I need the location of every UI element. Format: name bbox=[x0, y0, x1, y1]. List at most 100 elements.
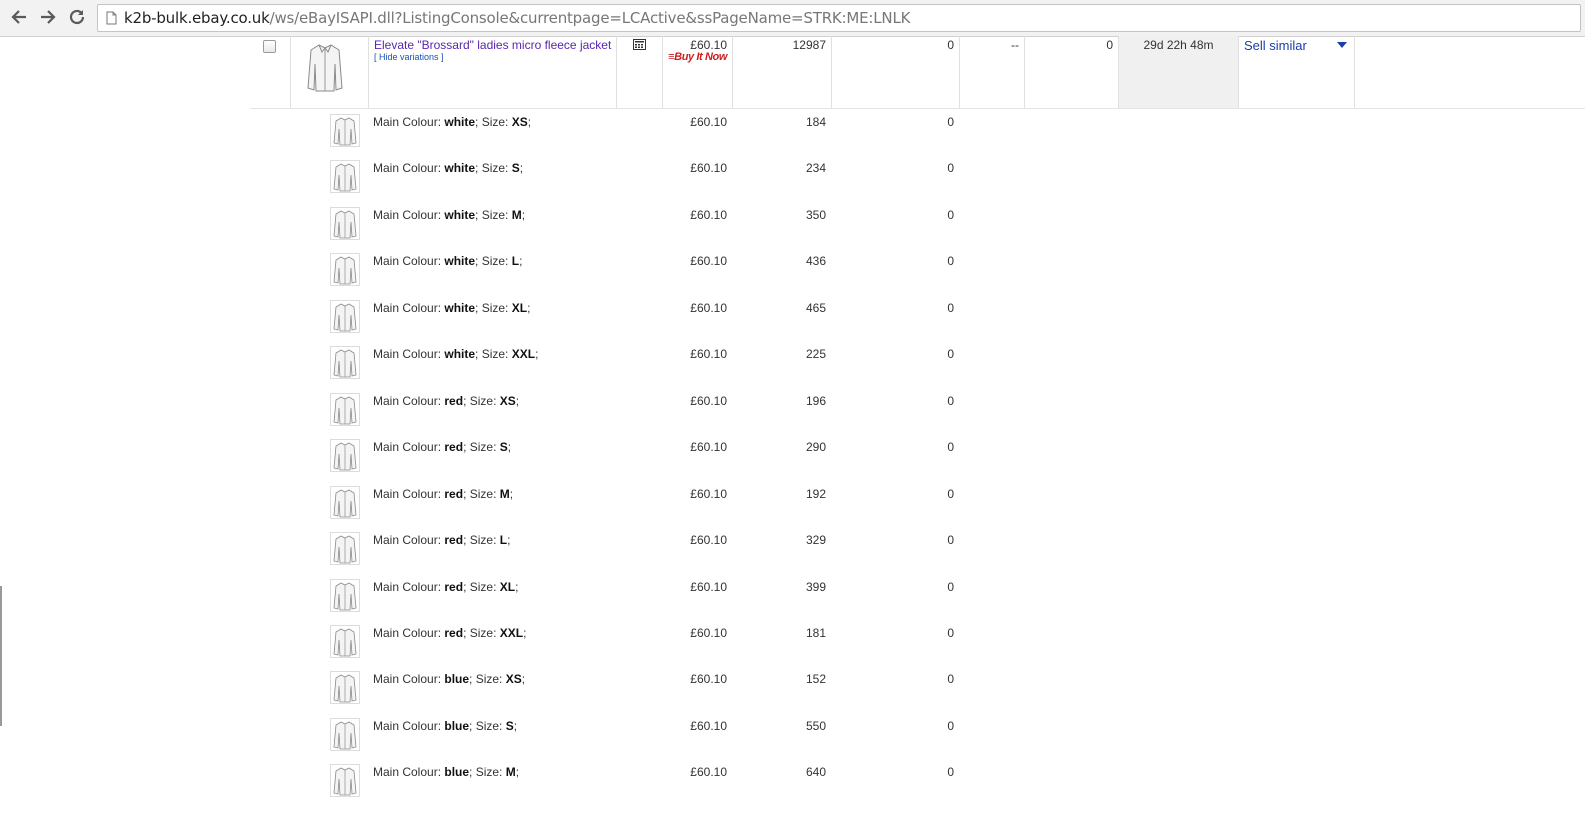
variation-quantity: 399 bbox=[805, 579, 826, 594]
back-arrow-icon[interactable] bbox=[8, 6, 30, 28]
colour-label: Main Colour: bbox=[373, 579, 442, 594]
variation-description: Main Colour: white; Size: XL; bbox=[373, 301, 530, 315]
jacket-thumbnail[interactable] bbox=[330, 299, 360, 333]
jacket-thumbnail[interactable] bbox=[330, 532, 360, 566]
size-label: ; Size: bbox=[463, 625, 497, 640]
address-bar[interactable]: k2b-bulk.ebay.co.uk/ws/eBayISAPI.dll?Lis… bbox=[97, 4, 1581, 32]
description-end: ; bbox=[535, 347, 539, 362]
colour-value: white bbox=[444, 347, 476, 362]
listing-format-icon bbox=[633, 39, 646, 50]
variation-quantity: 234 bbox=[805, 161, 826, 176]
variation-quantity: 290 bbox=[805, 440, 826, 455]
variation-row: Main Colour: white; Size: XXL; £60.10 22… bbox=[0, 342, 1585, 388]
jacket-thumbnail[interactable] bbox=[330, 114, 360, 147]
variation-quantity: 192 bbox=[805, 486, 826, 501]
column-divider bbox=[1238, 36, 1239, 108]
reload-icon[interactable] bbox=[66, 6, 88, 28]
colour-value: red bbox=[444, 486, 464, 501]
size-value: M bbox=[499, 486, 510, 501]
variation-price: £60.10 bbox=[690, 115, 727, 129]
jacket-thumbnail[interactable] bbox=[330, 206, 360, 240]
size-value: XS bbox=[499, 393, 516, 408]
buy-it-now-logo: ≡Buy It Now bbox=[668, 51, 727, 63]
jacket-thumbnail[interactable] bbox=[330, 578, 360, 612]
url-path: /ws/eBayISAPI.dll?ListingConsole&current… bbox=[269, 9, 911, 27]
description-end: ; bbox=[515, 765, 520, 780]
size-label: ; Size: bbox=[469, 765, 503, 780]
variation-sold: 0 bbox=[947, 579, 954, 594]
colour-value: white bbox=[444, 300, 476, 315]
listing-sold: 0 bbox=[947, 38, 954, 52]
colour-value: red bbox=[444, 579, 464, 594]
variation-row: Main Colour: white; Size: XS; £60.10 184… bbox=[0, 110, 1585, 156]
listing-bids: -- bbox=[1011, 38, 1019, 52]
variation-sold: 0 bbox=[947, 254, 954, 269]
variation-sold: 0 bbox=[947, 393, 954, 408]
variation-quantity: 436 bbox=[805, 254, 826, 269]
size-label: ; Size: bbox=[463, 533, 497, 548]
colour-value: white bbox=[444, 254, 476, 269]
colour-label: Main Colour: bbox=[373, 300, 442, 315]
colour-value: white bbox=[444, 115, 476, 129]
colour-label: Main Colour: bbox=[373, 765, 442, 780]
listing-title-link[interactable]: Elevate "Brossard" ladies micro fleece j… bbox=[374, 38, 611, 52]
colour-label: Main Colour: bbox=[373, 486, 442, 501]
colour-value: red bbox=[444, 440, 464, 455]
colour-label: Main Colour: bbox=[373, 115, 442, 129]
jacket-thumbnail[interactable] bbox=[330, 346, 360, 380]
variation-sold: 0 bbox=[947, 440, 954, 455]
column-divider bbox=[616, 36, 617, 108]
column-divider bbox=[368, 36, 369, 108]
description-end: ; bbox=[521, 207, 526, 222]
colour-label: Main Colour: bbox=[373, 207, 442, 222]
url-text[interactable]: k2b-bulk.ebay.co.uk/ws/eBayISAPI.dll?Lis… bbox=[124, 9, 910, 27]
jacket-thumbnail[interactable] bbox=[330, 624, 360, 658]
jacket-thumbnail[interactable] bbox=[330, 253, 360, 287]
jacket-thumbnail[interactable] bbox=[330, 671, 360, 705]
jacket-thumbnail[interactable] bbox=[330, 717, 360, 751]
variation-price: £60.10 bbox=[690, 718, 727, 733]
variation-price: £60.10 bbox=[690, 207, 727, 222]
variation-row: Main Colour: blue; Size: XS; £60.10 152 … bbox=[0, 667, 1585, 713]
variation-row: Main Colour: white; Size: M; £60.10 350 … bbox=[0, 203, 1585, 249]
variation-description: Main Colour: blue; Size: XS; bbox=[373, 672, 525, 686]
jacket-thumbnail[interactable] bbox=[330, 160, 360, 194]
jacket-thumbnail[interactable] bbox=[330, 439, 360, 473]
description-end: ; bbox=[523, 625, 527, 640]
hide-variations-label[interactable]: [ Hide variations ] bbox=[374, 52, 444, 62]
chevron-down-icon[interactable] bbox=[1337, 42, 1347, 48]
variation-price: £60.10 bbox=[690, 161, 727, 176]
colour-value: blue bbox=[444, 718, 470, 733]
column-divider bbox=[1118, 36, 1119, 108]
variation-quantity: 184 bbox=[805, 115, 826, 129]
forward-arrow-icon[interactable] bbox=[37, 6, 59, 28]
select-listing-checkbox[interactable] bbox=[263, 40, 276, 53]
size-label: ; Size: bbox=[475, 115, 509, 129]
size-label: ; Size: bbox=[475, 300, 509, 315]
variation-quantity: 350 bbox=[805, 207, 826, 222]
description-end: ; bbox=[519, 254, 523, 269]
variation-quantity: 196 bbox=[805, 393, 826, 408]
variation-sold: 0 bbox=[947, 533, 954, 548]
size-label: ; Size: bbox=[475, 347, 509, 362]
variation-description: Main Colour: white; Size: S; bbox=[373, 161, 523, 175]
jacket-thumbnail[interactable] bbox=[330, 485, 360, 519]
colour-label: Main Colour: bbox=[373, 533, 442, 548]
jacket-thumbnail[interactable] bbox=[306, 42, 344, 94]
listing-quantity: 12987 bbox=[792, 38, 826, 52]
colour-value: red bbox=[444, 533, 464, 548]
colour-label: Main Colour: bbox=[373, 672, 442, 687]
variation-description: Main Colour: red; Size: M; bbox=[373, 487, 513, 501]
variation-price: £60.10 bbox=[690, 579, 727, 594]
variation-quantity: 329 bbox=[805, 533, 826, 548]
description-end: ; bbox=[513, 718, 518, 733]
sell-similar-link[interactable]: Sell similar bbox=[1244, 38, 1307, 53]
hide-variations-link[interactable]: [ Hide variations ] bbox=[374, 52, 444, 62]
buy-it-now-text: Buy It Now bbox=[674, 51, 727, 63]
size-label: ; Size: bbox=[463, 486, 497, 501]
jacket-thumbnail[interactable] bbox=[330, 764, 360, 798]
jacket-thumbnail[interactable] bbox=[330, 392, 360, 426]
size-label: ; Size: bbox=[475, 161, 509, 176]
variation-description: Main Colour: red; Size: XS; bbox=[373, 394, 519, 408]
size-value: M bbox=[505, 765, 516, 780]
